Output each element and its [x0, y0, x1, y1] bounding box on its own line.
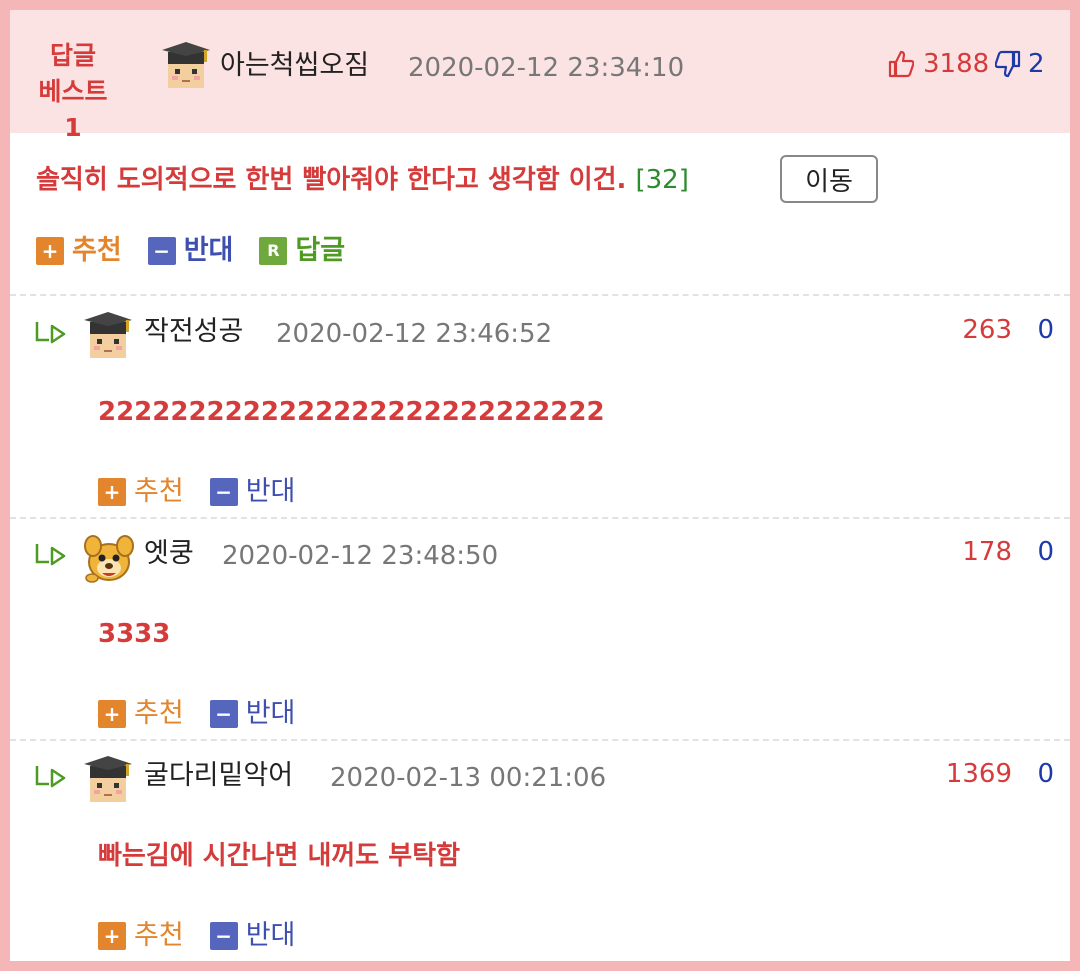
- best-reply-text[interactable]: 솔직히 도의적으로 한번 빨아줘야 한다고 생각함 이건. [32]: [36, 160, 689, 200]
- comment-down-count: 0: [1037, 759, 1054, 789]
- comment-time: 2020-02-12 23:46:52: [276, 319, 553, 349]
- thumbs-up-icon[interactable]: [888, 50, 915, 82]
- minus-icon: −: [209, 922, 238, 950]
- comment-up-count: 263: [962, 315, 1012, 345]
- oppose-label: 반대: [183, 235, 234, 266]
- comment-actions: + 추천 − 반대: [98, 472, 321, 512]
- comment-up-count: 1369: [945, 759, 1012, 789]
- list-item: 작전성공 2020-02-12 23:46:52 263 0 222222222…: [10, 296, 1070, 516]
- comment-text[interactable]: 3333: [98, 614, 170, 654]
- comment-text[interactable]: 2222222222222222222222222222: [98, 392, 605, 432]
- oppose-label: 반대: [245, 698, 296, 729]
- move-button[interactable]: 이동: [780, 155, 878, 203]
- minus-icon: −: [209, 478, 238, 506]
- reply-r-icon: R: [259, 237, 288, 265]
- reply-count-badge: [32]: [635, 165, 689, 195]
- recommend-label: 추천: [134, 476, 184, 507]
- comment-author[interactable]: 작전성공: [144, 312, 243, 352]
- student-avatar-icon[interactable]: [160, 40, 212, 96]
- comment-actions: + 추천 − 반대: [98, 916, 321, 956]
- reply-arrow-icon: [34, 764, 68, 794]
- oppose-button[interactable]: − 반대: [209, 916, 296, 956]
- oppose-button[interactable]: − 반대: [209, 472, 296, 512]
- best-badge-line1: 답글: [49, 41, 96, 70]
- list-item: 엣쿵 2020-02-12 23:48:50 178 0 3333 + 추천 −…: [10, 518, 1070, 738]
- comment-down-count: 0: [1037, 315, 1054, 345]
- best-badge-line2: 베스트1: [38, 77, 108, 142]
- recommend-button[interactable]: + 추천: [98, 472, 184, 512]
- student-avatar-icon[interactable]: [82, 754, 134, 810]
- plus-icon: +: [98, 922, 126, 950]
- best-reply-time: 2020-02-12 23:34:10: [408, 53, 685, 83]
- reply-arrow-icon: [34, 542, 68, 572]
- oppose-label: 반대: [245, 920, 296, 951]
- plus-icon: +: [36, 237, 64, 265]
- best-reply-actions: + 추천 − 반대 R 답글: [36, 231, 371, 271]
- comment-actions: + 추천 − 반대: [98, 694, 321, 734]
- oppose-button[interactable]: − 반대: [147, 231, 234, 271]
- reply-label: 답글: [295, 235, 346, 266]
- best-reply-header: 답글 베스트1 아는척씹오짐 2020-02-12 23:34:10 3188 …: [10, 10, 1070, 142]
- comment-down-count: 0: [1037, 537, 1054, 567]
- student-avatar-icon[interactable]: [82, 310, 134, 366]
- comment-time: 2020-02-13 00:21:06: [330, 763, 607, 793]
- best-reply-down-count: 2: [1028, 49, 1045, 79]
- thumbs-down-icon[interactable]: [994, 50, 1021, 82]
- comment-text[interactable]: 빠는김에 시간나면 내꺼도 부탁함: [98, 836, 460, 876]
- comment-up-count: 178: [962, 537, 1012, 567]
- best-reply-content: 솔직히 도의적으로 한번 빨아줘야 한다고 생각함 이건.: [36, 165, 627, 195]
- best-reply-panel: 답글 베스트1 아는척씹오짐 2020-02-12 23:34:10 3188 …: [10, 10, 1070, 971]
- reply-button[interactable]: R 답글: [259, 231, 345, 271]
- frame-bottom-border: [10, 961, 1070, 971]
- list-item: 굴다리밑악어 2020-02-13 00:21:06 1369 0 빠는김에 시…: [10, 740, 1070, 960]
- plus-icon: +: [98, 700, 126, 728]
- plus-icon: +: [98, 478, 126, 506]
- dog-avatar-icon[interactable]: [82, 530, 136, 590]
- recommend-button[interactable]: + 추천: [98, 694, 184, 734]
- recommend-label: 추천: [134, 920, 184, 951]
- oppose-label: 반대: [245, 476, 296, 507]
- comment-time: 2020-02-12 23:48:50: [222, 541, 499, 571]
- minus-icon: −: [209, 700, 238, 728]
- recommend-button[interactable]: + 추천: [98, 916, 184, 956]
- reply-arrow-icon: [34, 320, 68, 350]
- best-reply-up-count: 3188: [923, 49, 990, 79]
- comment-author[interactable]: 엣쿵: [144, 534, 194, 574]
- comment-author[interactable]: 굴다리밑악어: [144, 756, 293, 796]
- recommend-label: 추천: [134, 698, 184, 729]
- recommend-label: 추천: [72, 235, 122, 266]
- recommend-button[interactable]: + 추천: [36, 231, 122, 271]
- oppose-button[interactable]: − 반대: [209, 694, 296, 734]
- minus-icon: −: [147, 237, 176, 265]
- best-reply-author[interactable]: 아는척씹오짐: [220, 46, 369, 86]
- best-reply-badge: 답글 베스트1: [30, 38, 116, 146]
